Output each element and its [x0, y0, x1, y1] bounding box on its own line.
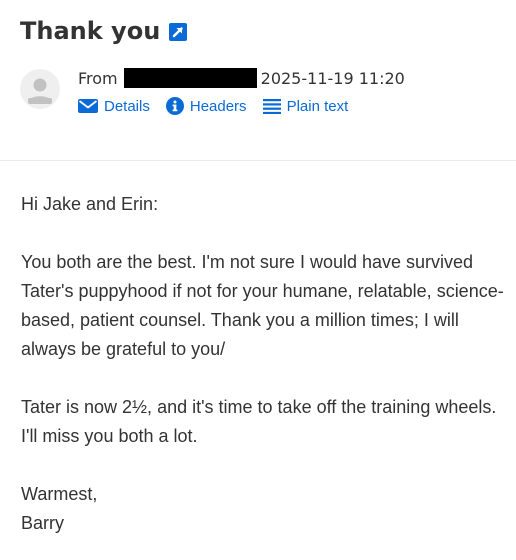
body-greeting: Hi Jake and Erin: [21, 194, 159, 214]
email-meta: From 2025-11-19 11:20 Details Headers Pl… [78, 66, 405, 118]
plain-text-button[interactable]: Plain text [262, 97, 349, 115]
details-button[interactable]: Details [78, 98, 150, 115]
info-icon [165, 97, 184, 115]
from-line: From 2025-11-19 11:20 [78, 66, 405, 90]
email-date: 2025-11-19 11:20 [260, 68, 405, 88]
body-signature: Barry [21, 513, 65, 533]
header-divider [0, 160, 516, 161]
redacted-sender [123, 68, 257, 88]
details-label: Details [104, 97, 150, 115]
envelope-icon [78, 99, 98, 113]
open-in-new-window-icon[interactable] [169, 23, 188, 41]
from-label: From [78, 68, 118, 88]
headers-button[interactable]: Headers [165, 97, 247, 115]
user-avatar-icon [20, 69, 60, 109]
email-header: From 2025-11-19 11:20 Details Headers Pl… [20, 66, 500, 126]
subject-row: Thank you [20, 14, 188, 48]
body-closing: Warmest, [21, 484, 98, 504]
body-paragraph: Tater is now 2½, and it's time to take o… [21, 397, 497, 446]
lines-icon [262, 99, 281, 114]
email-body: Hi Jake and Erin: You both are the best.… [21, 190, 511, 538]
headers-label: Headers [189, 97, 247, 115]
body-paragraph: You both are the best. I'm not sure I wo… [21, 252, 504, 359]
plain-text-label: Plain text [286, 97, 349, 115]
header-actions: Details Headers Plain text [78, 94, 405, 118]
email-subject: Thank you [20, 17, 161, 45]
